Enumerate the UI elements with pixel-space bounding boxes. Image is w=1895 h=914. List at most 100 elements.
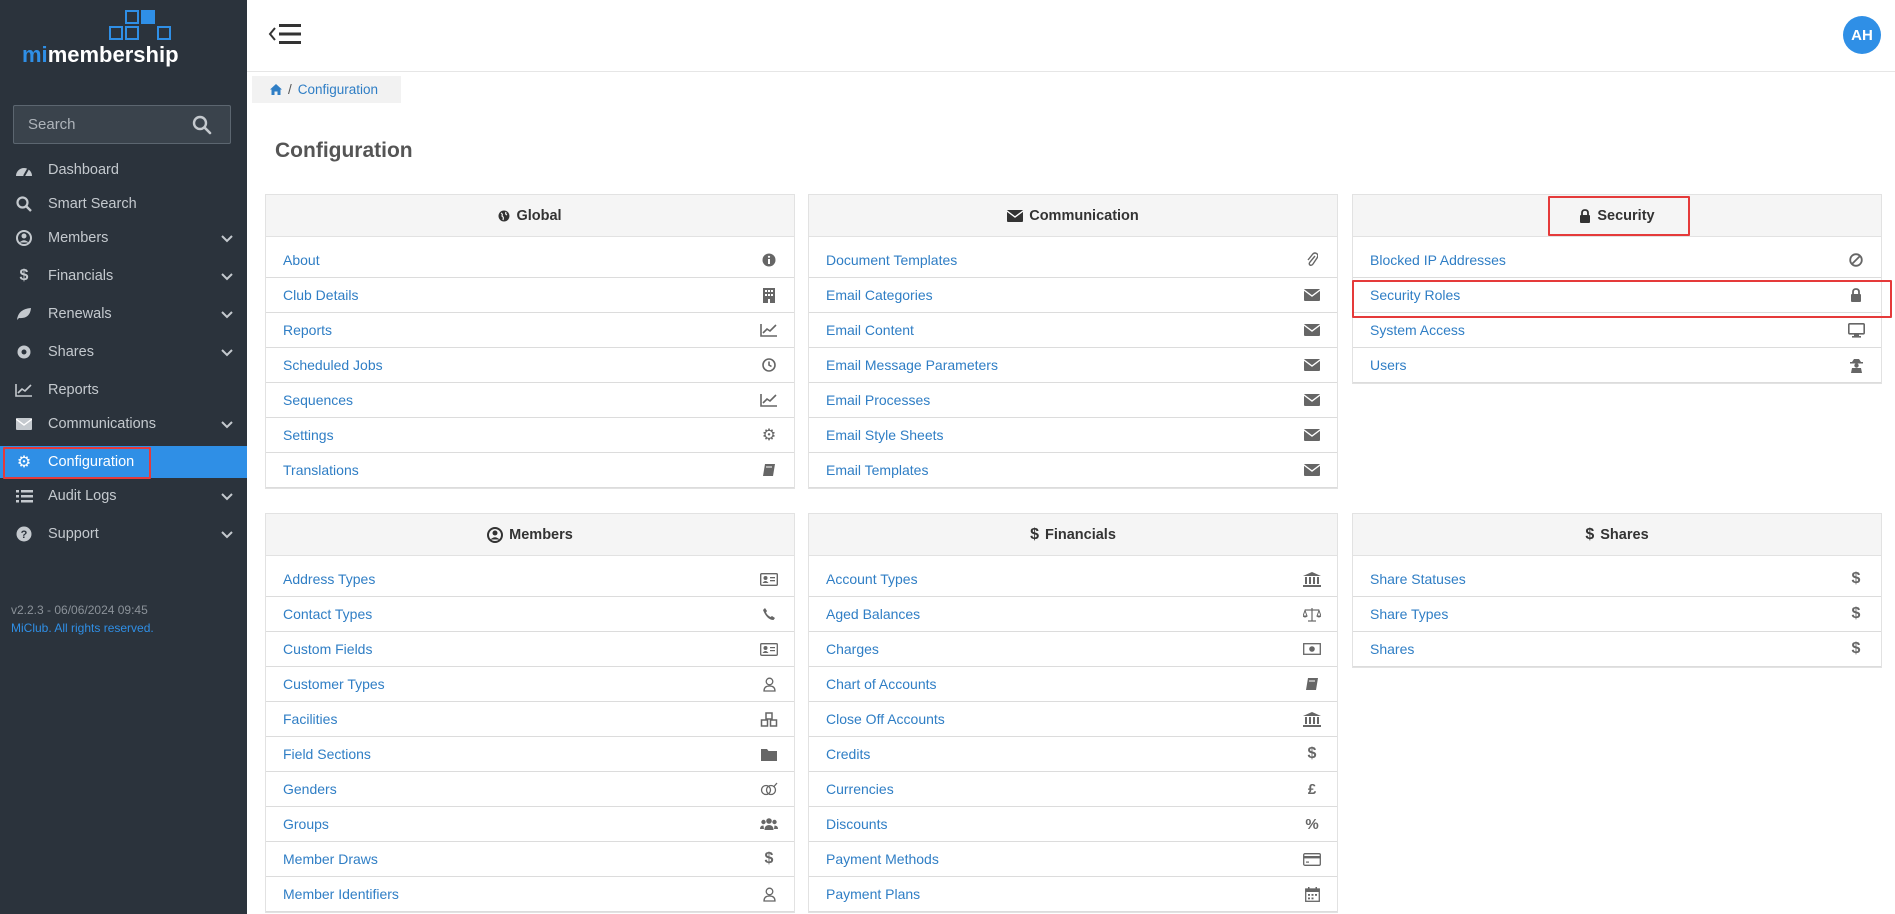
chevron-down-icon[interactable] <box>207 526 247 542</box>
config-link-email-content[interactable]: Email Content <box>809 313 1337 348</box>
config-link-scheduled-jobs[interactable]: Scheduled Jobs <box>266 348 794 383</box>
config-link-contact-types[interactable]: Contact Types <box>266 597 794 632</box>
config-link-label[interactable]: Sequences <box>283 392 353 408</box>
config-link-label[interactable]: Email Processes <box>826 392 930 408</box>
config-link-email-categories[interactable]: Email Categories <box>809 278 1337 313</box>
config-link-label[interactable]: Share Types <box>1370 606 1448 622</box>
chevron-down-icon[interactable] <box>207 306 247 322</box>
config-link-label[interactable]: Contact Types <box>283 606 372 622</box>
config-link-label[interactable]: Email Content <box>826 322 914 338</box>
config-link-payment-methods[interactable]: Payment Methods <box>809 842 1337 877</box>
config-link-label[interactable]: Payment Methods <box>826 851 939 867</box>
search-icon[interactable] <box>192 115 212 135</box>
config-link-email-style-sheets[interactable]: Email Style Sheets <box>809 418 1337 453</box>
home-icon[interactable] <box>270 84 282 95</box>
config-link-member-draws[interactable]: Member Draws $ <box>266 842 794 877</box>
config-link-settings[interactable]: Settings ⚙ <box>266 418 794 453</box>
config-link-customer-types[interactable]: Customer Types <box>266 667 794 702</box>
config-link-label[interactable]: Scheduled Jobs <box>283 357 383 373</box>
config-link-share-types[interactable]: Share Types $ <box>1353 597 1881 632</box>
sidebar-item-communications[interactable]: Communications <box>0 408 247 440</box>
config-link-label[interactable]: Member Draws <box>283 851 378 867</box>
config-link-label[interactable]: Users <box>1370 357 1407 373</box>
config-link-label[interactable]: Blocked IP Addresses <box>1370 252 1506 268</box>
config-link-email-message-parameters[interactable]: Email Message Parameters <box>809 348 1337 383</box>
config-link-club-details[interactable]: Club Details <box>266 278 794 313</box>
config-link-label[interactable]: Groups <box>283 816 329 832</box>
config-link-document-templates[interactable]: Document Templates <box>809 243 1337 278</box>
config-link-chart-of-accounts[interactable]: Chart of Accounts <box>809 667 1337 702</box>
config-link-label[interactable]: Chart of Accounts <box>826 676 937 692</box>
config-link-email-templates[interactable]: Email Templates <box>809 453 1337 488</box>
config-link-label[interactable]: Share Statuses <box>1370 571 1466 587</box>
config-link-label[interactable]: Payment Plans <box>826 886 920 902</box>
config-link-label[interactable]: Email Templates <box>826 462 928 478</box>
config-link-label[interactable]: Credits <box>826 746 870 762</box>
config-link-address-types[interactable]: Address Types <box>266 562 794 597</box>
config-link-label[interactable]: About <box>283 252 320 268</box>
config-link-label[interactable]: Discounts <box>826 816 887 832</box>
chevron-down-icon[interactable] <box>207 416 247 432</box>
config-link-payment-plans[interactable]: Payment Plans <box>809 877 1337 912</box>
config-link-label[interactable]: Genders <box>283 781 337 797</box>
chevron-down-icon[interactable] <box>207 268 247 284</box>
config-link-share-statuses[interactable]: Share Statuses $ <box>1353 562 1881 597</box>
config-link-currencies[interactable]: Currencies £ <box>809 772 1337 807</box>
config-link-shares[interactable]: Shares $ <box>1353 632 1881 667</box>
config-link-aged-balances[interactable]: Aged Balances <box>809 597 1337 632</box>
config-link-label[interactable]: Translations <box>283 462 359 478</box>
config-link-label[interactable]: Aged Balances <box>826 606 920 622</box>
sidebar-item-renewals[interactable]: Renewals <box>0 298 247 330</box>
chevron-down-icon[interactable] <box>207 344 247 360</box>
sidebar-item-audit-logs[interactable]: Audit Logs <box>0 480 247 512</box>
config-link-credits[interactable]: Credits $ <box>809 737 1337 772</box>
chevron-down-icon[interactable] <box>207 488 247 504</box>
config-link-blocked-ip-addresses[interactable]: Blocked IP Addresses <box>1353 243 1881 278</box>
config-link-label[interactable]: Customer Types <box>283 676 385 692</box>
config-link-label[interactable]: Custom Fields <box>283 641 372 657</box>
config-link-charges[interactable]: Charges <box>809 632 1337 667</box>
config-link-label[interactable]: Shares <box>1370 641 1414 657</box>
config-link-label[interactable]: Reports <box>283 322 332 338</box>
config-link-sequences[interactable]: Sequences <box>266 383 794 418</box>
user-avatar[interactable]: AH <box>1843 16 1881 54</box>
config-link-label[interactable]: Settings <box>283 427 334 443</box>
sidebar-item-dashboard[interactable]: Dashboard <box>0 154 247 186</box>
config-link-label[interactable]: Email Categories <box>826 287 933 303</box>
config-link-label[interactable]: Email Style Sheets <box>826 427 944 443</box>
config-link-label[interactable]: System Access <box>1370 322 1465 338</box>
config-link-system-access[interactable]: System Access <box>1353 313 1881 348</box>
chevron-down-icon[interactable] <box>207 230 247 246</box>
menu-toggle-icon[interactable] <box>267 20 307 48</box>
config-link-label[interactable]: Document Templates <box>826 252 957 268</box>
config-link-email-processes[interactable]: Email Processes <box>809 383 1337 418</box>
sidebar-item-support[interactable]: ? Support <box>0 518 247 550</box>
copyright-link[interactable]: MiClub. All rights reserved. <box>11 621 154 635</box>
config-link-label[interactable]: Member Identifiers <box>283 886 399 902</box>
config-link-member-identifiers[interactable]: Member Identifiers <box>266 877 794 912</box>
config-link-label[interactable]: Field Sections <box>283 746 371 762</box>
sidebar-item-financials[interactable]: $ Financials <box>0 260 247 292</box>
config-link-label[interactable]: Account Types <box>826 571 918 587</box>
config-link-close-off-accounts[interactable]: Close Off Accounts <box>809 702 1337 737</box>
config-link-label[interactable]: Close Off Accounts <box>826 711 945 727</box>
config-link-users[interactable]: Users <box>1353 348 1881 383</box>
sidebar-item-reports[interactable]: Reports <box>0 374 247 406</box>
config-link-about[interactable]: About <box>266 243 794 278</box>
config-link-account-types[interactable]: Account Types <box>809 562 1337 597</box>
sidebar-item-smart-search[interactable]: Smart Search <box>0 188 247 220</box>
config-link-custom-fields[interactable]: Custom Fields <box>266 632 794 667</box>
config-link-discounts[interactable]: Discounts% <box>809 807 1337 842</box>
sidebar-item-shares[interactable]: Shares <box>0 336 247 368</box>
config-link-groups[interactable]: Groups <box>266 807 794 842</box>
config-link-genders[interactable]: Genders <box>266 772 794 807</box>
config-link-label[interactable]: Club Details <box>283 287 358 303</box>
config-link-reports[interactable]: Reports <box>266 313 794 348</box>
sidebar-item-members[interactable]: Members <box>0 222 247 254</box>
config-link-translations[interactable]: Translations <box>266 453 794 488</box>
config-link-field-sections[interactable]: Field Sections <box>266 737 794 772</box>
config-link-label[interactable]: Address Types <box>283 571 375 587</box>
breadcrumb-current[interactable]: Configuration <box>298 82 378 97</box>
config-link-label[interactable]: Email Message Parameters <box>826 357 998 373</box>
config-link-label[interactable]: Facilities <box>283 711 337 727</box>
